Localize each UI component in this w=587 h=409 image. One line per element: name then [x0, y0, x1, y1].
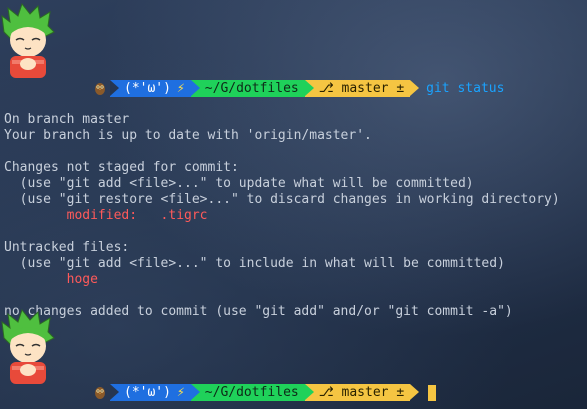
shell-prompt: (*'ω') ⚡ ~/G/dotfiles ⎇ master ± git sta… [94, 80, 504, 97]
output-line: (use "git add <file>..." to include in w… [4, 256, 505, 271]
output-line: Changes not staged for commit: [4, 160, 239, 175]
prompt-directory: ~/G/dotfiles [204, 81, 299, 96]
prompt-git-segment: ⎇ master ± [304, 80, 420, 97]
avatar [0, 2, 56, 80]
prompt-face-segment: (*'ω') ⚡ [110, 384, 200, 401]
terminal-output: On branch master Your branch is up to dat… [4, 96, 560, 336]
avatar [0, 308, 56, 386]
bolt-icon: ⚡ [176, 385, 185, 400]
bolt-icon: ⚡ [176, 81, 185, 96]
branch-icon: ⎇ [318, 385, 334, 400]
modified-file-line: modified: .tigrc [4, 208, 560, 224]
untracked-file: hoge [4, 272, 98, 287]
output-line: (use "git restore <file>..." to discard … [4, 192, 560, 207]
output-line: On branch master [4, 112, 130, 127]
output-line: (use "git add <file>..." to update what … [4, 176, 474, 191]
prompt-directory-segment: ~/G/dotfiles [190, 80, 314, 97]
modified-label: modified: [4, 208, 138, 223]
prompt-face: (*'ω') [124, 81, 171, 96]
output-line: no changes added to commit (use "git add… [4, 304, 513, 319]
prompt-git-segment: ⎇ master ± [304, 384, 420, 401]
output-line: Untracked files: [4, 240, 130, 255]
prompt-branch: master ± [341, 81, 405, 96]
owl-icon [94, 80, 110, 97]
terminal-cursor[interactable] [428, 384, 437, 401]
modified-file: .tigrc [137, 208, 208, 223]
prompt-directory: ~/G/dotfiles [204, 385, 299, 400]
prompt-face: (*'ω') [124, 385, 171, 400]
prompt-face-segment: (*'ω') ⚡ [110, 80, 200, 97]
prompt-directory-segment: ~/G/dotfiles [190, 384, 314, 401]
typed-command: git status [426, 81, 505, 96]
shell-prompt: (*'ω') ⚡ ~/G/dotfiles ⎇ master ± [94, 384, 437, 401]
owl-icon [94, 384, 110, 401]
output-line: Your branch is up to date with 'origin/m… [4, 128, 372, 143]
branch-icon: ⎇ [318, 81, 334, 96]
prompt-branch: master ± [341, 385, 405, 400]
